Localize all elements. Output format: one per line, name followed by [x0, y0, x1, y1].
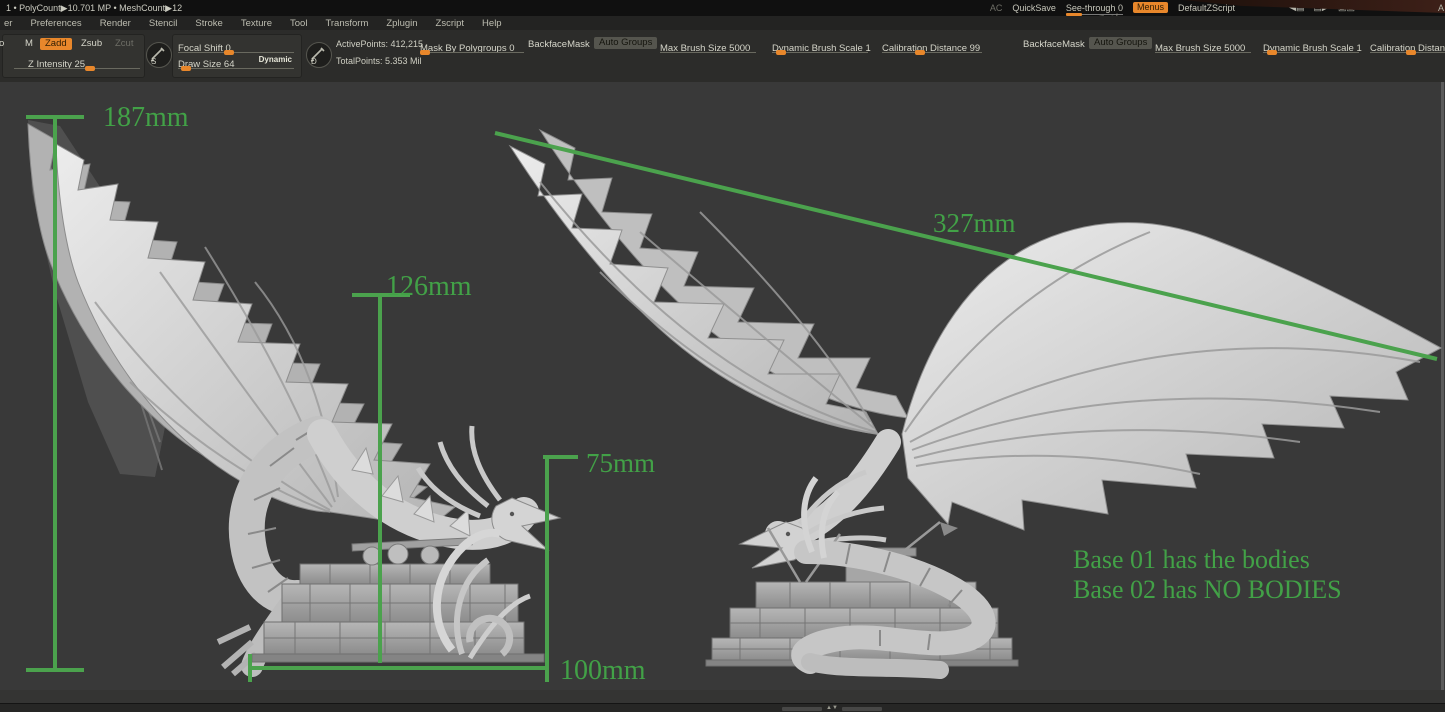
menu-item-preferences[interactable]: Preferences [30, 18, 81, 29]
slider-track [1263, 52, 1359, 53]
slider-handle[interactable] [181, 66, 191, 71]
label-187mm: 187mm [103, 102, 189, 133]
zadd-button[interactable]: Zadd [40, 38, 72, 50]
clipped-right-label: A [1438, 3, 1444, 13]
menu-item-zplugin[interactable]: Zplugin [386, 18, 417, 29]
auto-groups-button-2[interactable]: Auto Groups [1089, 37, 1152, 49]
max-brush-size-slider[interactable]: Max Brush Size 5000 [660, 38, 756, 53]
zsub-button[interactable]: Zsub [76, 38, 107, 50]
bottom-divider-bar: ▲▼ [0, 703, 1445, 712]
see-through-slider[interactable]: See-through 0 [1066, 3, 1123, 13]
z-intensity-slider[interactable]: Z Intensity 25 [14, 54, 140, 69]
menu-item-help[interactable]: Help [482, 18, 502, 29]
base-ground [252, 654, 544, 662]
label-327mm: 327mm [933, 208, 1016, 238]
sculptris-brush-icon[interactable]: S [146, 42, 172, 68]
dynamic-mode-tag[interactable]: Dynamic [259, 55, 292, 64]
menu-item-zscript[interactable]: Zscript [436, 18, 465, 29]
backfacemask-label: BackfaceMask [528, 39, 590, 50]
right-wing [902, 223, 1441, 530]
zbrush-window: 1 • PolyCount▶10.701 MP • MeshCount▶12 A… [0, 0, 1445, 712]
menu-item-texture[interactable]: Texture [241, 18, 272, 29]
head-beak [740, 522, 806, 568]
slider-track [660, 52, 756, 53]
slider-track [178, 68, 294, 69]
clipped-left-button[interactable]: o [0, 38, 9, 50]
slider-track [882, 52, 982, 53]
slider-handle[interactable] [1267, 50, 1277, 55]
menu-item-render[interactable]: Render [100, 18, 131, 29]
label-126mm: 126mm [386, 271, 472, 302]
calibration-distance-slider-2[interactable]: Calibration Distance 186.76046 [1370, 38, 1445, 53]
menu-item-stencil[interactable]: Stencil [149, 18, 178, 29]
menu-item-tool[interactable]: Tool [290, 18, 307, 29]
splitter-bar [782, 707, 822, 711]
polycount-status: 1 • PolyCount▶10.701 MP • MeshCount▶12 [6, 3, 182, 14]
bottom-tray-strip [0, 690, 1445, 703]
slider-track [178, 52, 294, 53]
draw-size-slider[interactable]: Draw Size 64 Dynamic [178, 54, 294, 69]
menu-item-stroke[interactable]: Stroke [195, 18, 222, 29]
ac-label: AC [990, 3, 1003, 13]
dynamic-brush-scale-slider-2[interactable]: Dynamic Brush Scale 1 [1263, 38, 1359, 53]
slider-track [420, 52, 524, 53]
dynamic-brush-scale-slider[interactable]: Dynamic Brush Scale 1 [772, 38, 868, 53]
viewport-content: 187mm 126mm 75mm 100mm 327mm Base 01 has… [0, 82, 1445, 690]
base-step-1 [300, 564, 490, 584]
backfacemask-label-2: BackfaceMask [1023, 39, 1085, 50]
menus-button[interactable]: Menus [1133, 2, 1168, 13]
menu-bar: er Preferences Render Stencil Stroke Tex… [0, 16, 1445, 30]
auto-groups-button[interactable]: Auto Groups [594, 37, 657, 49]
slider-handle[interactable] [776, 50, 786, 55]
note-base-01: Base 01 has the bodies [1073, 545, 1310, 574]
sculpture-left[interactable] [28, 120, 560, 674]
title-bar: 1 • PolyCount▶10.701 MP • MeshCount▶12 A… [0, 0, 1445, 16]
slider-track [772, 52, 868, 53]
splitter-bar [842, 707, 882, 711]
top-shelf-toolbar: o M Zadd Zsub Zcut Z Intensity 25 S Foca… [0, 30, 1445, 82]
total-points-readout: TotalPoints: 5.353 Mil [336, 56, 422, 66]
splitter-arrows-icon: ▲▼ [826, 706, 838, 711]
dynamic-brush-icon[interactable]: D [306, 42, 332, 68]
pumpkin [421, 546, 439, 564]
zcut-button[interactable]: Zcut [110, 38, 138, 50]
mask-by-polygroups-slider[interactable]: Mask By Polygroups 0 [420, 38, 524, 53]
slider-handle[interactable] [915, 50, 925, 55]
slider-track [14, 68, 140, 69]
slider-track [1155, 52, 1251, 53]
m-button[interactable]: M [20, 38, 38, 50]
menu-item-transform[interactable]: Transform [325, 18, 368, 29]
viewport-canvas[interactable]: 187mm 126mm 75mm 100mm 327mm Base 01 has… [0, 82, 1445, 690]
menu-item-partial[interactable]: er [4, 18, 12, 29]
label-100mm: 100mm [560, 655, 646, 686]
focal-shift-slider[interactable]: Focal Shift 0 [178, 38, 294, 53]
pumpkin [388, 544, 408, 564]
note-base-02: Base 02 has NO BODIES [1073, 575, 1342, 604]
max-brush-size-slider-2[interactable]: Max Brush Size 5000 [1155, 38, 1251, 53]
slider-handle[interactable] [1406, 50, 1416, 55]
quicksave-button[interactable]: QuickSave [1012, 3, 1056, 13]
flag [940, 522, 958, 536]
tray-splitter-handle[interactable]: ▲▼ [782, 706, 882, 711]
label-75mm: 75mm [586, 448, 655, 478]
right-edge-highlight [1441, 82, 1444, 690]
calibration-distance-slider[interactable]: Calibration Distance 99 [882, 38, 982, 53]
slider-handle[interactable] [85, 66, 95, 71]
slider-handle[interactable] [420, 50, 430, 55]
eye [786, 532, 790, 536]
measure-line-75mm [543, 457, 578, 659]
active-points-readout: ActivePoints: 412,215 [336, 39, 423, 49]
eye [510, 512, 514, 516]
